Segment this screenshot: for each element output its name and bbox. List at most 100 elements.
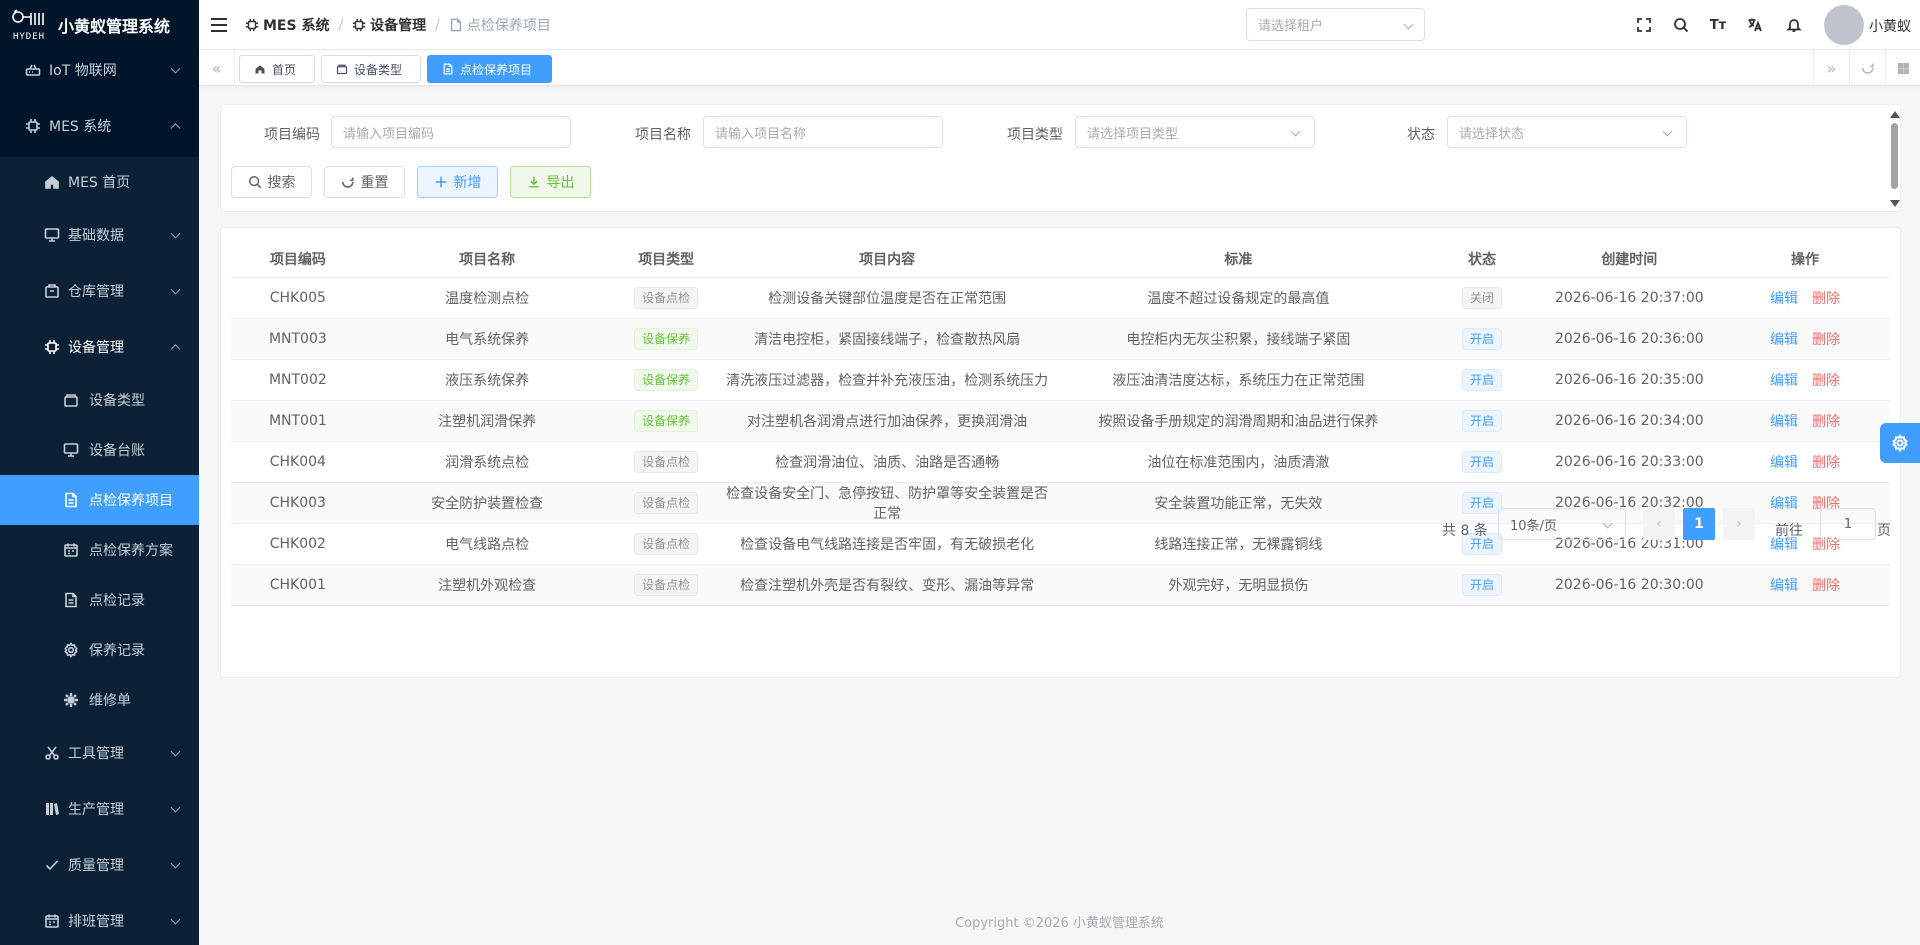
sidebar-item-maintenance-record[interactable]: 保养记录 <box>0 625 199 675</box>
cell-status: 关闭 <box>1425 277 1539 319</box>
cell-standard: 温度不超过设备规定的最高值 <box>1051 277 1426 319</box>
reset-button[interactable]: 重置 <box>324 166 405 198</box>
sidebar-item-warehouse[interactable]: 仓库管理 <box>0 263 199 319</box>
delete-link[interactable]: 删除 <box>1812 332 1840 348</box>
search-button[interactable]: 搜索 <box>231 166 312 198</box>
cell-name: 注塑机外观检查 <box>364 564 610 606</box>
hamburger-icon[interactable] <box>211 17 227 32</box>
chevron-down-icon <box>170 914 181 925</box>
chevron-down-icon <box>170 858 181 869</box>
scroll-down-arrow-icon[interactable] <box>1890 200 1900 207</box>
sidebar-item-label: MES 首页 <box>68 175 131 191</box>
refresh-icon <box>341 177 354 188</box>
warehouse-icon <box>44 283 60 299</box>
edit-link[interactable]: 编辑 <box>1770 291 1798 307</box>
page-size-select[interactable]: 10条/页 <box>1498 508 1626 540</box>
edit-link[interactable]: 编辑 <box>1770 496 1798 512</box>
sidebar-item-basic-data[interactable]: 基础数据 <box>0 207 199 263</box>
tags-view-bar: « 首页 设备类型 点检保养项目 » <box>199 50 1920 86</box>
cell-actions: 编辑 删除 <box>1719 359 1890 401</box>
tag-home[interactable]: 首页 <box>239 55 315 83</box>
sidebar-item-equipment-ledger[interactable]: 设备台账 <box>0 425 199 475</box>
scroll-right-icon[interactable]: » <box>1813 50 1849 86</box>
sidebar-item-label: IoT 物联网 <box>49 63 117 79</box>
goto-page-input[interactable]: 1 <box>1820 508 1876 540</box>
scroll-up-arrow-icon[interactable] <box>1890 111 1900 118</box>
delete-link[interactable]: 删除 <box>1812 455 1840 471</box>
delete-link[interactable]: 删除 <box>1812 373 1840 389</box>
logo[interactable]: HYDEH 小黄蚁管理系统 <box>0 0 199 50</box>
search-scrollbar[interactable] <box>1889 107 1900 211</box>
refresh-icon[interactable] <box>1849 50 1885 86</box>
delete-link[interactable]: 删除 <box>1812 578 1840 594</box>
type-select[interactable]: 请选择项目类型 <box>1075 116 1315 148</box>
sidebar-item-label: 点检保养项目 <box>89 493 173 509</box>
edit-link[interactable]: 编辑 <box>1770 455 1798 471</box>
table-card: 项目编码 项目名称 项目类型 项目内容 标准 状态 创建时间 操作 CHK005… <box>220 227 1901 678</box>
scrollbar-thumb[interactable] <box>1891 123 1898 189</box>
breadcrumb-item[interactable]: MES 系统 <box>245 15 329 35</box>
tag-inspection-items[interactable]: 点检保养项目 <box>427 55 552 83</box>
edit-link[interactable]: 编辑 <box>1770 332 1798 348</box>
type-tag: 设备保养 <box>634 368 699 391</box>
sidebar-item-inspection-items[interactable]: 点检保养项目 <box>0 475 199 525</box>
page-number-current[interactable]: 1 <box>1683 508 1715 540</box>
delete-link[interactable]: 删除 <box>1812 291 1840 307</box>
bell-icon[interactable] <box>1784 15 1804 35</box>
settings-float-button[interactable] <box>1880 423 1920 463</box>
status-select[interactable]: 请选择状态 <box>1447 116 1687 148</box>
sidebar-item-quality[interactable]: 质量管理 <box>0 837 199 893</box>
type-tag: 设备点检 <box>634 450 699 473</box>
sidebar-item-inspection-record[interactable]: 点检记录 <box>0 575 199 625</box>
code-input[interactable]: 请输入项目编码 <box>331 116 571 148</box>
sidebar-item-mes[interactable]: MES 系统 <box>0 95 199 157</box>
avatar[interactable] <box>1824 5 1864 45</box>
next-page-button[interactable]: › <box>1723 508 1755 540</box>
reset-button-label: 重置 <box>360 175 389 191</box>
page-size-value: 10条/页 <box>1510 518 1557 534</box>
export-button[interactable]: 导出 <box>510 166 591 198</box>
cell-time: 2026-06-16 20:35:00 <box>1538 359 1720 401</box>
cell-content: 检测设备关键部位温度是否在正常范围 <box>722 277 1052 319</box>
font-size-icon[interactable]: Tт <box>1708 15 1728 35</box>
delete-link[interactable]: 删除 <box>1812 414 1840 430</box>
username[interactable]: 小黄蚁 <box>1869 16 1911 36</box>
grid-menu-icon[interactable] <box>1885 50 1920 86</box>
cell-status: 开启 <box>1425 441 1539 483</box>
add-button[interactable]: 新增 <box>417 166 498 198</box>
translate-icon[interactable] <box>1745 15 1765 35</box>
search-icon[interactable] <box>1671 15 1691 35</box>
column-header: 操作 <box>1719 241 1890 278</box>
tag-equipment-type[interactable]: 设备类型 <box>321 55 421 83</box>
name-input[interactable]: 请输入项目名称 <box>703 116 943 148</box>
logo-icon: HYDEH <box>8 5 50 45</box>
field-label-code: 项目编码 <box>264 127 320 143</box>
fullscreen-icon[interactable] <box>1634 15 1654 35</box>
sidebar-item-mes-home[interactable]: MES 首页 <box>0 157 199 207</box>
breadcrumb-item[interactable]: 设备管理 <box>352 15 426 35</box>
cell-type: 设备点检 <box>609 564 723 606</box>
tenant-placeholder: 请选择租户 <box>1258 19 1324 34</box>
breadcrumb-label: MES 系统 <box>263 17 330 34</box>
prev-page-button[interactable]: ‹ <box>1643 508 1675 540</box>
sidebar-item-equipment-type[interactable]: 设备类型 <box>0 375 199 425</box>
tenant-select[interactable]: 请选择租户 <box>1246 8 1425 41</box>
edit-link[interactable]: 编辑 <box>1770 414 1798 430</box>
cell-content: 检查润滑油位、油质、油路是否通畅 <box>722 441 1052 483</box>
table-row: CHK003 安全防护装置检查 设备点检 检查设备安全门、急停按钮、防护罩等安全装置是… <box>231 482 1890 524</box>
edit-link[interactable]: 编辑 <box>1770 578 1798 594</box>
breadcrumb: MES 系统 / 设备管理 / 点检保养项目 <box>245 15 551 35</box>
sidebar-item-production[interactable]: 生产管理 <box>0 781 199 837</box>
sidebar-item-tools[interactable]: 工具管理 <box>0 725 199 781</box>
sidebar-item-iot[interactable]: IoT 物联网 <box>0 45 199 95</box>
sidebar-item-repair-order[interactable]: 维修单 <box>0 675 199 725</box>
sidebar-item-equipment[interactable]: 设备管理 <box>0 319 199 375</box>
sidebar-item-scheduling[interactable]: 排班管理 <box>0 893 199 945</box>
cell-status: 开启 <box>1425 318 1539 360</box>
sidebar-item-inspection-plan[interactable]: 点检保养方案 <box>0 525 199 575</box>
cell-name: 液压系统保养 <box>364 359 610 401</box>
home-icon <box>255 65 265 74</box>
scroll-left-icon[interactable]: « <box>199 50 235 86</box>
edit-link[interactable]: 编辑 <box>1770 373 1798 389</box>
sidebar-menu: IoT 物联网 MES 系统 MES 首页 基础数据 仓库管理 设备管理 设备类… <box>0 45 199 945</box>
